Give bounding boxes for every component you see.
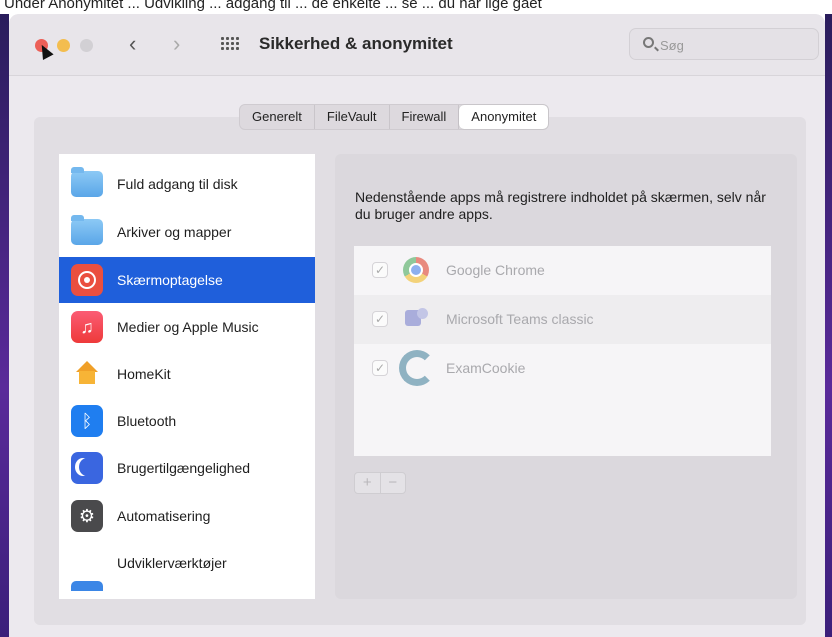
- show-all-grid-icon[interactable]: [221, 37, 239, 51]
- folder-icon: [71, 167, 103, 197]
- app-permission-list[interactable]: ✓ Google Chrome ✓ Microsoft Teams classi…: [354, 246, 771, 456]
- sidebar-item-screen-recording[interactable]: Skærmoptagelse: [59, 257, 315, 303]
- add-remove-control: + −: [354, 472, 406, 494]
- sidebar-item-label: Brugertilgængelighed: [117, 460, 251, 476]
- tab-anonymitet[interactable]: Anonymitet: [459, 105, 549, 129]
- search-icon: [643, 37, 654, 48]
- search-field[interactable]: [629, 28, 819, 60]
- app-name: ExamCookie: [446, 360, 526, 376]
- sidebar-item-label: Medier og Apple Music: [117, 319, 259, 335]
- app-row-microsoft-teams[interactable]: ✓ Microsoft Teams classic: [354, 295, 771, 344]
- sidebar-item-label: Automatisering: [117, 508, 211, 524]
- sidebar-item-label: Udviklerværktøjer: [117, 555, 227, 571]
- folder-icon: [71, 215, 103, 245]
- search-input[interactable]: [660, 35, 810, 55]
- minimize-window-button[interactable]: [57, 39, 70, 52]
- top-caption-text: Under Anonymitet ... Udvikling ... adgan…: [4, 0, 542, 11]
- sidebar-item-label: HomeKit: [117, 366, 171, 382]
- sidebar-item-files-folders[interactable]: Arkiver og mapper: [59, 209, 315, 255]
- chrome-icon: [403, 257, 429, 283]
- tab-bar: Generelt FileVault Firewall Anonymitet: [239, 104, 550, 130]
- home-icon: [71, 358, 103, 390]
- tab-firewall[interactable]: Firewall: [390, 105, 460, 129]
- permission-description: Nedenstående apps må registrere indholde…: [355, 189, 766, 222]
- forward-button[interactable]: ›: [173, 33, 180, 55]
- privacy-category-list[interactable]: Fuld adgang til disk Arkiver og mapper S…: [59, 154, 315, 599]
- window-title: Sikkerhed & anonymitet: [259, 34, 453, 53]
- tab-generelt[interactable]: Generelt: [240, 105, 315, 129]
- app-name: Microsoft Teams classic: [446, 311, 594, 327]
- add-app-button[interactable]: +: [355, 473, 380, 493]
- app-checkbox[interactable]: ✓: [372, 311, 388, 327]
- app-checkbox[interactable]: ✓: [372, 262, 388, 278]
- sidebar-item-bluetooth[interactable]: ᛒ Bluetooth: [59, 398, 315, 444]
- music-icon: ♫: [71, 311, 103, 343]
- app-name: Google Chrome: [446, 262, 545, 278]
- preferences-window: ‹ › Sikkerhed & anonymitet Generelt File…: [9, 14, 825, 637]
- partial-next-item-icon: [71, 581, 103, 591]
- app-row-examcookie[interactable]: ✓ ExamCookie: [354, 344, 771, 393]
- zoom-window-button[interactable]: [80, 39, 93, 52]
- accessibility-icon: [71, 452, 103, 484]
- sidebar-item-full-disk-access[interactable]: Fuld adgang til disk: [59, 161, 315, 207]
- examcookie-icon: [399, 350, 435, 386]
- app-row-google-chrome[interactable]: ✓ Google Chrome: [354, 246, 771, 295]
- sidebar-item-label: Bluetooth: [117, 413, 177, 429]
- desktop-wallpaper-left: [0, 14, 9, 637]
- app-checkbox[interactable]: ✓: [372, 360, 388, 376]
- sidebar-item-media-music[interactable]: ♫ Medier og Apple Music: [59, 304, 315, 350]
- teams-icon: [403, 306, 429, 332]
- sidebar-item-automation[interactable]: ⚙ Automatisering: [59, 493, 315, 539]
- tab-filevault[interactable]: FileVault: [315, 105, 390, 129]
- sidebar-item-label: Arkiver og mapper: [117, 224, 232, 240]
- back-button[interactable]: ‹: [129, 33, 136, 55]
- title-bar: ‹ › Sikkerhed & anonymitet: [9, 14, 825, 76]
- sidebar-item-homekit[interactable]: HomeKit: [59, 351, 315, 397]
- sidebar-item-developer-tools[interactable]: Udviklerværktøjer: [59, 540, 315, 591]
- bluetooth-icon: ᛒ: [71, 405, 103, 437]
- sidebar-item-label: Skærmoptagelse: [117, 272, 223, 288]
- sidebar-item-label: Fuld adgang til disk: [117, 176, 238, 192]
- remove-app-button[interactable]: −: [381, 473, 406, 493]
- sidebar-item-accessibility[interactable]: Brugertilgængelighed: [59, 445, 315, 491]
- desktop-wallpaper-right: [825, 14, 832, 637]
- screen-recording-icon: [71, 264, 103, 296]
- gear-icon: ⚙: [71, 500, 103, 532]
- screen-recording-pane: Nedenstående apps må registrere indholde…: [335, 154, 797, 599]
